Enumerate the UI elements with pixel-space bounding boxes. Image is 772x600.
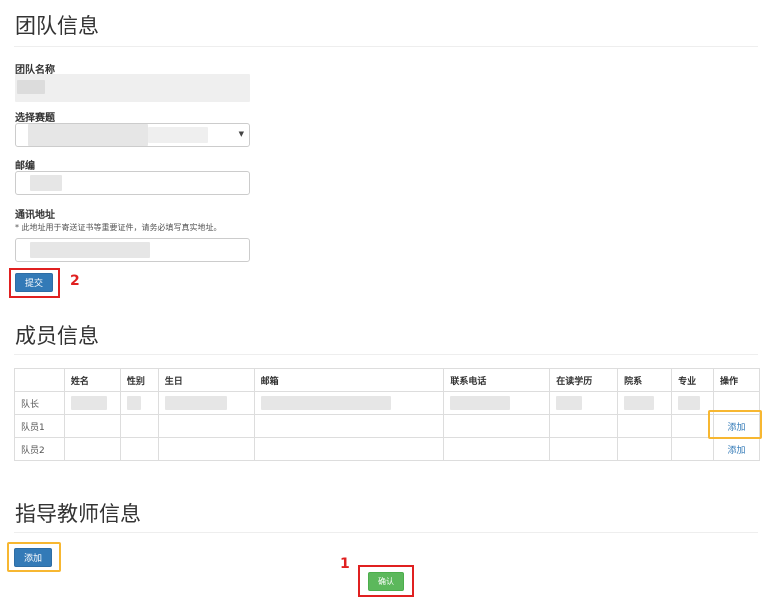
competition-select[interactable]: ▼ <box>15 123 250 147</box>
annotation-number-1: 1 <box>340 556 350 572</box>
row-role: 队员2 <box>14 437 65 461</box>
redacted-value <box>70 396 107 410</box>
competition-value-redacted-2 <box>148 127 208 143</box>
redacted-value <box>260 396 391 410</box>
submit-button[interactable]: 提交 <box>15 273 53 292</box>
members-header-row: 姓名 性别 生日 邮箱 联系电话 在读学历 院系 专业 操作 <box>14 368 760 392</box>
members-title: 成员信息 <box>15 324 99 348</box>
competition-value-redacted <box>28 124 148 146</box>
header-birthday: 生日 <box>157 368 255 392</box>
header-major: 专业 <box>671 368 715 392</box>
header-email: 邮箱 <box>253 368 445 392</box>
team-name-value-redacted <box>17 80 45 94</box>
redacted-value <box>126 396 141 410</box>
header-department: 院系 <box>617 368 673 392</box>
table-row: 队长 <box>14 391 760 415</box>
annotation-box-add-member <box>708 410 762 439</box>
postcode-label: 邮编 <box>15 161 35 172</box>
postcode-input[interactable] <box>15 171 250 195</box>
address-label: 通讯地址 <box>15 210 55 221</box>
redacted-value <box>164 396 227 410</box>
team-info-title: 团队信息 <box>15 14 99 38</box>
postcode-value-redacted <box>30 175 62 191</box>
members-table: 姓名 性别 生日 邮箱 联系电话 在读学历 院系 专业 操作 队长 队员1 添加… <box>14 368 760 461</box>
add-advisor-button[interactable]: 添加 <box>14 548 52 567</box>
header-education: 在读学历 <box>549 368 619 392</box>
members-divider <box>14 354 758 355</box>
table-row: 队员1 添加 <box>14 414 760 438</box>
row-role: 队员1 <box>14 414 65 438</box>
row-role: 队长 <box>14 391 65 415</box>
header-name: 姓名 <box>63 368 121 392</box>
address-hint: * 此地址用于寄送证书等重要证件，请务必填写真实地址。 <box>15 223 222 232</box>
header-phone: 联系电话 <box>443 368 551 392</box>
address-input[interactable] <box>15 238 250 262</box>
redacted-value <box>556 396 583 410</box>
advisor-title: 指导教师信息 <box>15 502 141 526</box>
team-name-field[interactable] <box>15 74 250 102</box>
table-row: 队员2 添加 <box>14 437 760 461</box>
advisor-divider <box>14 532 758 533</box>
team-info-divider <box>14 46 758 47</box>
competition-label: 选择赛题 <box>15 113 55 124</box>
header-action: 操作 <box>713 368 760 392</box>
confirm-button[interactable]: 确认 <box>368 572 404 591</box>
redacted-value <box>450 396 511 410</box>
add-member-2-link[interactable]: 添加 <box>728 446 746 456</box>
redacted-value <box>678 396 701 410</box>
redacted-value <box>624 396 655 410</box>
address-value-redacted <box>30 242 150 258</box>
annotation-number-2: 2 <box>70 273 80 289</box>
chevron-down-icon: ▼ <box>238 130 244 138</box>
header-gender: 性别 <box>119 368 159 392</box>
header-role <box>14 368 65 392</box>
